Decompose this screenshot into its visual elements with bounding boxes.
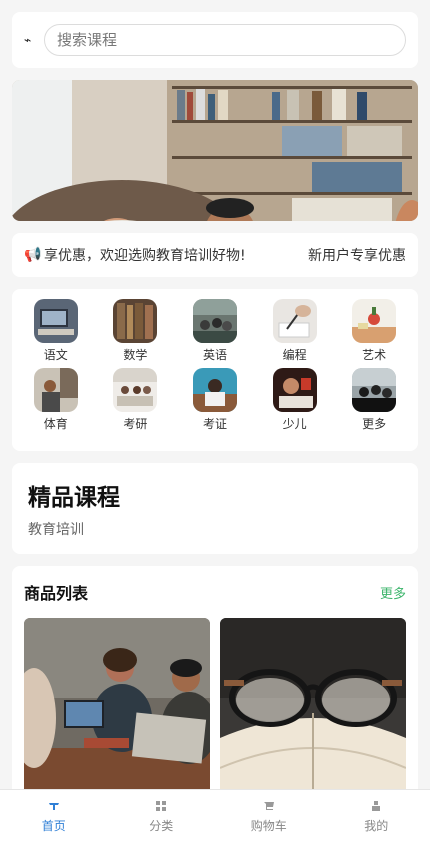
kids-thumb-icon xyxy=(272,368,317,412)
tab-label: 分类 xyxy=(149,818,174,833)
tab-home[interactable]: 首页 xyxy=(0,790,108,844)
user-icon xyxy=(371,800,381,811)
category-item-english[interactable]: 英语 xyxy=(175,299,255,362)
tab-label: 我的 xyxy=(364,818,389,833)
category-label: 考证 xyxy=(202,417,227,431)
search-input[interactable] xyxy=(57,31,393,49)
featured-subtitle: 教育培训 xyxy=(28,522,84,538)
math-thumb-icon xyxy=(113,299,158,343)
notice-text: 享优惠，欢迎选购教育培训好物! xyxy=(44,248,246,264)
category-item-kids[interactable]: 少儿 xyxy=(255,368,335,431)
tab-label: 购物车 xyxy=(250,818,287,833)
banner-image xyxy=(12,80,418,221)
more-thumb-icon xyxy=(352,368,397,412)
logo-icon: ⌁ xyxy=(24,33,32,47)
category-grid: 语文 数学 英语 编程 艺术 体育 考研 考证 少儿 更多 xyxy=(16,299,414,431)
category-label: 考研 xyxy=(123,417,148,431)
sports-thumb-icon xyxy=(33,368,78,412)
product-image xyxy=(220,618,406,808)
category-grid-card: 语文 数学 英语 编程 艺术 体育 考研 考证 少儿 更多 xyxy=(12,289,418,451)
category-item-art[interactable]: 艺术 xyxy=(334,299,414,362)
product-list-title: 商品列表 xyxy=(24,584,89,603)
more-link[interactable]: 更多 xyxy=(380,583,406,602)
megaphone-icon: 📢 xyxy=(24,247,42,263)
postgrad-thumb-icon xyxy=(113,368,158,412)
banner-carousel[interactable] xyxy=(12,80,418,221)
product-list-card: 商品列表 更多 xyxy=(12,566,418,808)
category-item-math[interactable]: 数学 xyxy=(96,299,176,362)
category-label: 少儿 xyxy=(282,417,307,431)
tab-category[interactable]: 分类 xyxy=(108,790,216,844)
featured-title: 精品课程 xyxy=(28,485,120,511)
search-field[interactable] xyxy=(44,24,406,56)
certificate-thumb-icon xyxy=(192,368,237,412)
product-card[interactable] xyxy=(220,618,406,808)
bottom-tab-bar: 首页 分类 购物车 我的 xyxy=(0,789,430,844)
art-thumb-icon xyxy=(352,299,397,343)
product-image xyxy=(24,618,210,808)
tab-label: 首页 xyxy=(41,818,66,833)
product-list-header: 商品列表 更多 xyxy=(24,580,406,604)
category-item-coding[interactable]: 编程 xyxy=(255,299,335,362)
category-item-sports[interactable]: 体育 xyxy=(16,368,96,431)
notice-promo-text: 新用户专享优惠 xyxy=(308,248,406,264)
featured-courses-card[interactable]: 精品课程 教育培训 xyxy=(12,463,418,554)
category-label: 英语 xyxy=(202,348,227,362)
home-icon xyxy=(48,801,59,811)
category-label: 艺术 xyxy=(362,348,387,362)
product-card[interactable] xyxy=(24,618,210,808)
grid-icon xyxy=(156,800,167,811)
search-bar: ⌁ xyxy=(12,12,418,68)
category-item-postgrad[interactable]: 考研 xyxy=(96,368,176,431)
category-item-more[interactable]: 更多 xyxy=(334,368,414,431)
english-thumb-icon xyxy=(192,299,237,343)
notice-bar[interactable]: 📢 享优惠，欢迎选购教育培训好物! 新用户专享优惠 xyxy=(12,233,418,277)
cart-icon xyxy=(263,801,274,811)
product-list xyxy=(24,618,406,808)
category-item-certificate[interactable]: 考证 xyxy=(175,368,255,431)
category-label: 编程 xyxy=(282,348,307,362)
category-label: 体育 xyxy=(43,417,68,431)
category-label: 语文 xyxy=(43,348,68,362)
chinese-thumb-icon xyxy=(33,299,78,343)
coding-thumb-icon xyxy=(272,299,317,343)
tab-cart[interactable]: 购物车 xyxy=(215,790,323,844)
category-item-chinese[interactable]: 语文 xyxy=(16,299,96,362)
tab-mine[interactable]: 我的 xyxy=(323,790,430,844)
category-label: 更多 xyxy=(362,417,387,431)
category-label: 数学 xyxy=(123,348,148,362)
